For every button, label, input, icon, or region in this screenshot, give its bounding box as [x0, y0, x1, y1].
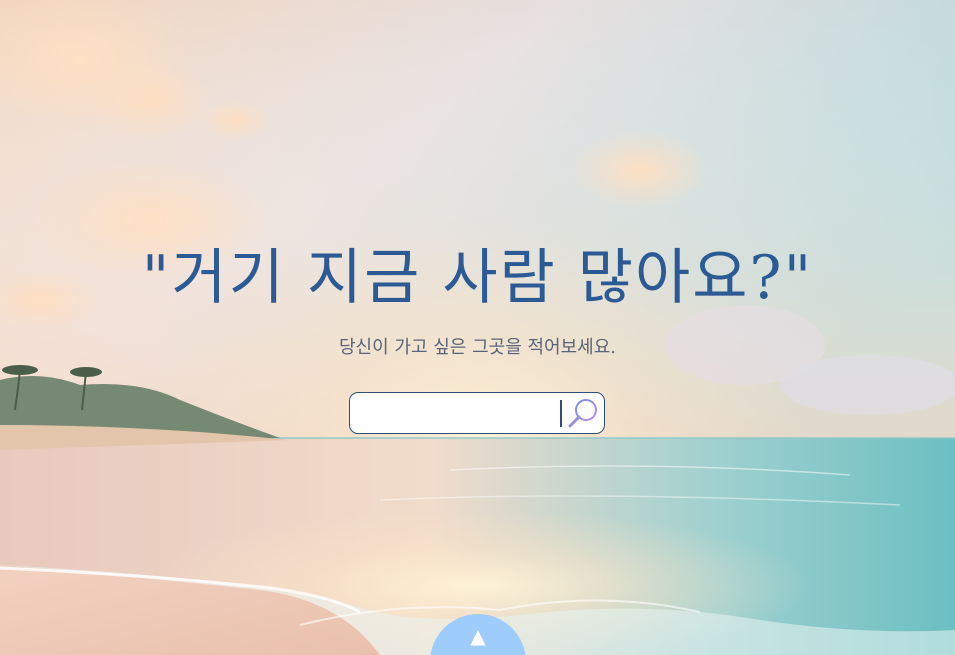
page-subtitle: 당신이 가고 싶은 그곳을 적어보세요.	[338, 337, 616, 358]
search-button[interactable]	[566, 395, 602, 431]
search-input[interactable]	[358, 397, 554, 429]
triangle-up-icon: ▲	[470, 624, 486, 648]
page-headline: "거기 지금 사람 많아요?"	[141, 243, 814, 313]
beach-background	[0, 0, 955, 655]
magnifier-icon	[568, 399, 597, 428]
beach-sunset-illustration	[0, 0, 955, 655]
search-divider	[560, 400, 562, 427]
search-bar	[349, 392, 605, 434]
